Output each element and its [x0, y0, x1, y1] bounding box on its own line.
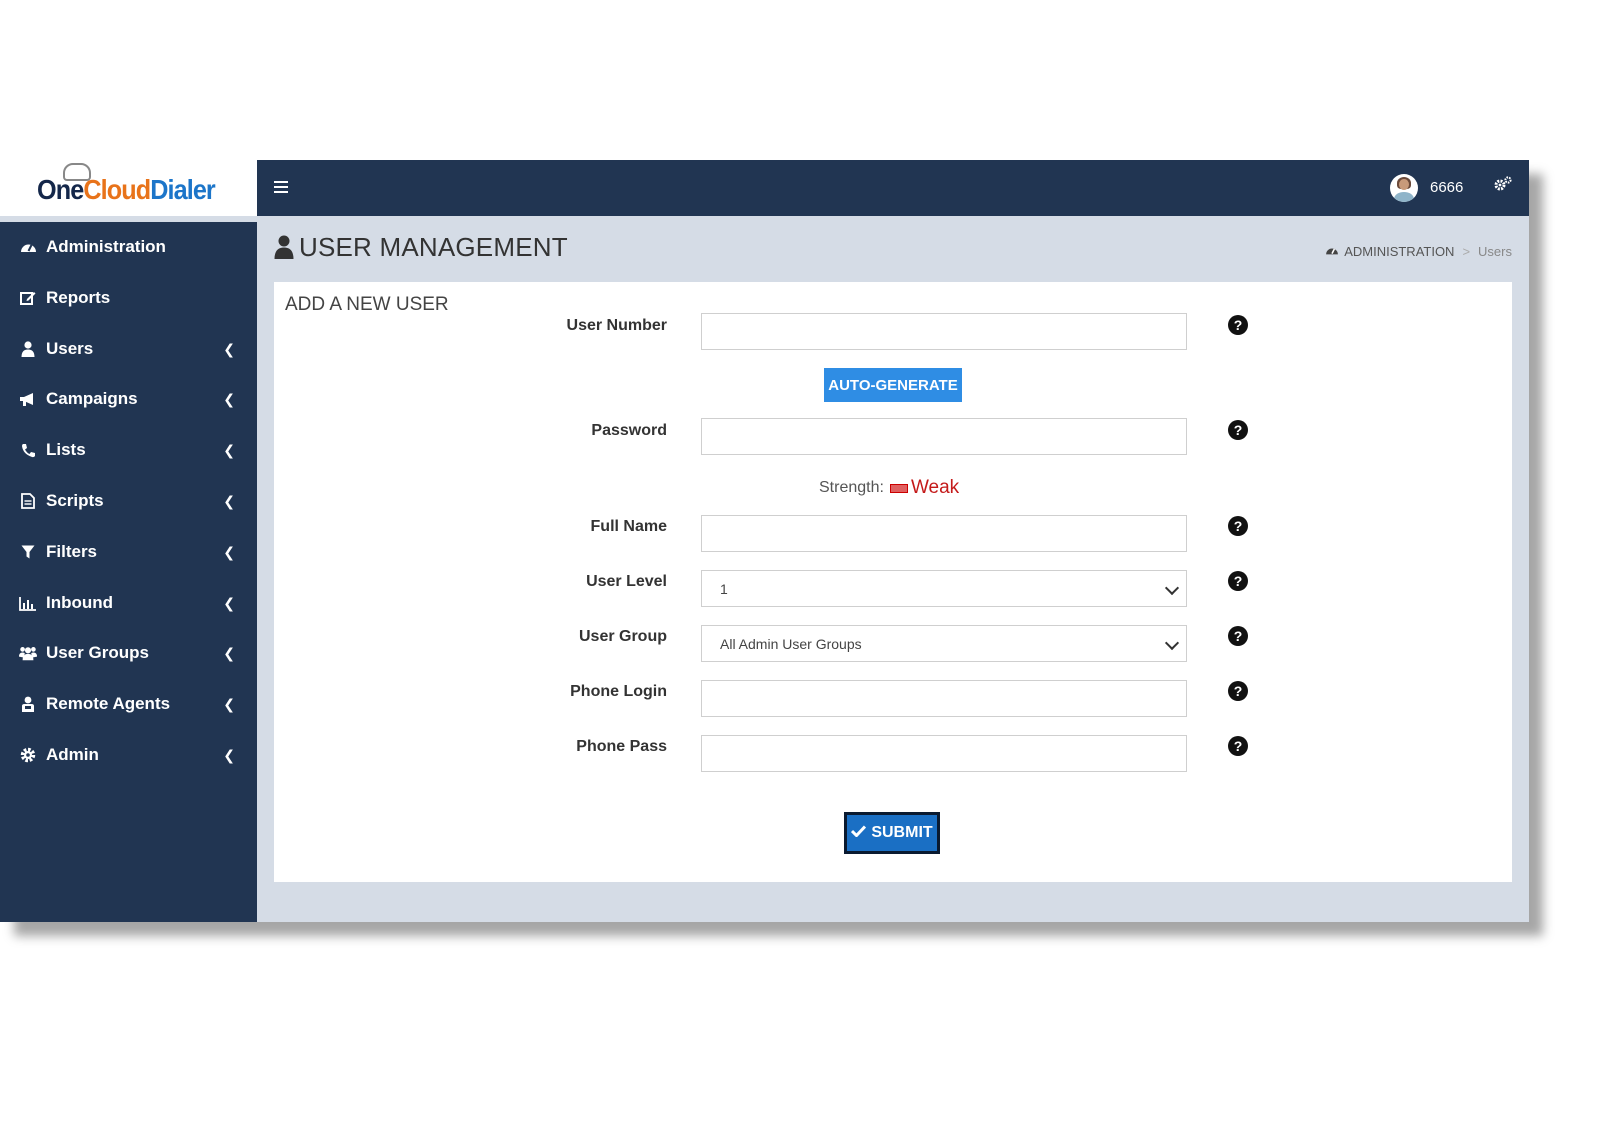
logo-part-dialer: Dialer: [150, 174, 216, 205]
phone-icon: [19, 441, 37, 459]
submit-button[interactable]: SUBMIT: [844, 812, 940, 854]
sidebar-item-label: Inbound: [46, 593, 114, 612]
phone-login-label: Phone Login: [570, 683, 667, 700]
gears-icon[interactable]: [1494, 176, 1512, 197]
edit-icon: [19, 289, 37, 307]
username[interactable]: 6666: [1430, 179, 1463, 196]
users-icon: [19, 644, 37, 662]
main-content: USER MANAGEMENT ADMINISTRATION > Users A…: [257, 216, 1529, 922]
dashboard-icon: [1325, 244, 1339, 259]
strength-value: Weak: [910, 477, 960, 498]
sidebar-item-label: User Groups: [46, 643, 149, 662]
password-strength: Strength: Weak: [819, 477, 959, 499]
chevron-left-icon: ❮: [223, 442, 235, 458]
sidebar-item-label: Reports: [46, 288, 111, 307]
user-number-input[interactable]: [701, 313, 1187, 350]
chevron-left-icon: ❮: [223, 747, 235, 763]
agent-icon: [19, 695, 37, 713]
sidebar-item-users[interactable]: Users ❮: [0, 324, 257, 374]
help-icon[interactable]: ?: [1228, 736, 1248, 756]
user-level-select[interactable]: 1: [701, 570, 1187, 607]
user-group-select[interactable]: All Admin User Groups: [701, 625, 1187, 662]
bullhorn-icon: [19, 390, 37, 408]
phone-pass-label: Phone Pass: [576, 738, 667, 755]
add-user-panel: ADD A NEW USER User Number ? AUTO-GENERA…: [274, 282, 1512, 882]
sidebar-item-admin[interactable]: Admin ❮: [0, 730, 257, 780]
chevron-left-icon: ❮: [223, 544, 235, 560]
gear-icon: [19, 746, 37, 764]
strength-bar-icon: [889, 483, 908, 493]
logo-text: OneCloudDialer: [37, 174, 216, 206]
full-name-input[interactable]: [701, 515, 1187, 552]
logo-part-one: One: [37, 174, 84, 205]
filter-icon: [19, 543, 37, 561]
user-icon: [274, 235, 294, 259]
check-icon: [851, 824, 867, 842]
chevron-left-icon: ❮: [223, 493, 235, 509]
sidebar-item-label: Admin: [46, 745, 99, 764]
help-icon[interactable]: ?: [1228, 420, 1248, 440]
help-icon[interactable]: ?: [1228, 571, 1248, 591]
sidebar-item-remote-agents[interactable]: Remote Agents ❮: [0, 679, 257, 729]
dashboard-icon: [19, 238, 37, 256]
panel-title: ADD A NEW USER: [285, 294, 449, 315]
sidebar-item-filters[interactable]: Filters ❮: [0, 527, 257, 577]
chevron-down-icon: [1164, 635, 1180, 651]
sidebar-item-administration[interactable]: Administration: [0, 222, 257, 272]
user-group-value: All Admin User Groups: [720, 635, 862, 652]
chevron-left-icon: ❮: [223, 595, 235, 611]
phone-login-input[interactable]: [701, 680, 1187, 717]
page-title: USER MANAGEMENT: [299, 232, 568, 262]
breadcrumb: ADMINISTRATION > Users: [1325, 244, 1512, 259]
sidebar-item-label: Campaigns: [46, 389, 138, 408]
sidebar-item-reports[interactable]: Reports: [0, 273, 257, 323]
chevron-left-icon: ❮: [223, 696, 235, 712]
full-name-label: Full Name: [590, 518, 667, 535]
password-label: Password: [591, 422, 667, 439]
sidebar-item-lists[interactable]: Lists ❮: [0, 425, 257, 475]
sidebar-item-campaigns[interactable]: Campaigns ❮: [0, 374, 257, 424]
user-level-value: 1: [720, 580, 728, 597]
sidebar-item-label: Users: [46, 339, 94, 358]
sidebar-item-label: Filters: [46, 542, 98, 561]
avatar[interactable]: [1390, 174, 1418, 202]
file-icon: [19, 492, 37, 510]
chevron-left-icon: ❮: [223, 645, 235, 661]
user-icon: [19, 340, 37, 358]
sidebar: Administration Reports Users ❮ Campaigns…: [0, 222, 257, 922]
help-icon[interactable]: ?: [1228, 681, 1248, 701]
submit-label: SUBMIT: [871, 824, 933, 841]
breadcrumb-root[interactable]: ADMINISTRATION: [1344, 244, 1454, 259]
help-icon[interactable]: ?: [1228, 516, 1248, 536]
chevron-left-icon: ❮: [223, 391, 235, 407]
breadcrumb-current: Users: [1478, 244, 1512, 259]
logo: OneCloudDialer: [0, 160, 257, 216]
phone-pass-input[interactable]: [701, 735, 1187, 772]
help-icon[interactable]: ?: [1228, 315, 1248, 335]
user-level-label: User Level: [586, 573, 667, 590]
sidebar-item-scripts[interactable]: Scripts ❮: [0, 476, 257, 526]
app-window: OneCloudDialer 6666 Administration Repor…: [0, 160, 1529, 922]
sidebar-item-label: Lists: [46, 440, 86, 459]
strength-label: Strength:: [819, 479, 884, 496]
help-icon[interactable]: ?: [1228, 626, 1248, 646]
auto-generate-button[interactable]: AUTO-GENERATE: [824, 368, 962, 402]
sidebar-item-inbound[interactable]: Inbound ❮: [0, 578, 257, 628]
chevron-down-icon: [1164, 580, 1180, 596]
bar-chart-icon: [19, 594, 37, 612]
sidebar-item-label: Administration: [46, 237, 166, 256]
user-group-label: User Group: [578, 628, 667, 645]
user-number-label: User Number: [566, 317, 667, 334]
hamburger-menu-icon[interactable]: [274, 181, 288, 193]
password-input[interactable]: [701, 418, 1187, 455]
sidebar-item-label: Remote Agents: [46, 694, 171, 713]
logo-part-cloud: Cloud: [83, 174, 151, 205]
sidebar-item-user-groups[interactable]: User Groups ❮: [0, 628, 257, 678]
sidebar-item-label: Scripts: [46, 491, 104, 510]
breadcrumb-separator: >: [1462, 244, 1471, 259]
chevron-left-icon: ❮: [223, 341, 235, 357]
top-bar: 6666: [257, 160, 1529, 216]
